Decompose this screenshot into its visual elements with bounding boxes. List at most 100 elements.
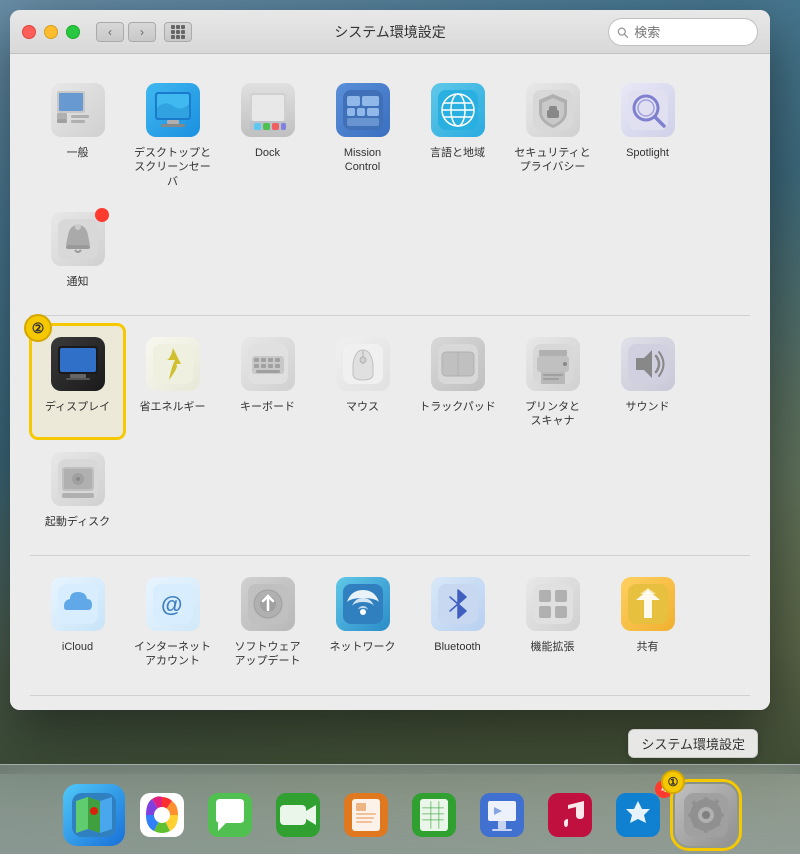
pref-label-network: ネットワーク: [330, 640, 396, 654]
pref-icon-network: [333, 574, 393, 634]
pref-label-security: セキュリティとプライバシー: [514, 146, 590, 175]
pref-icon-printer: [523, 334, 583, 394]
pref-item-sharing[interactable]: 共有: [600, 564, 695, 679]
pref-icon-dock: [238, 80, 298, 140]
pref-item-security[interactable]: セキュリティとプライバシー: [505, 70, 600, 199]
search-input[interactable]: [634, 25, 749, 40]
pref-icon-desktop: [143, 80, 203, 140]
pref-item-users[interactable]: ユーザとグループ: [30, 704, 125, 710]
pref-label-internet: インターネットアカウント: [134, 640, 211, 669]
pref-item-datetime[interactable]: 18 日付と時刻: [315, 704, 410, 710]
pref-item-sound[interactable]: サウンド: [600, 324, 695, 439]
pref-icon-extension: [523, 574, 583, 634]
pref-label-sound: サウンド: [626, 400, 670, 414]
back-button[interactable]: ‹: [96, 22, 124, 42]
pref-icon-icloud: [48, 574, 108, 634]
pref-item-spotlight[interactable]: Spotlight: [600, 70, 695, 199]
pref-icon-ippan: [48, 80, 108, 140]
pref-icon-keyboard: [238, 334, 298, 394]
minimize-button[interactable]: [44, 25, 58, 39]
pref-item-startup[interactable]: 起動ディスク: [30, 439, 125, 539]
pref-item-internet[interactable]: @ インターネットアカウント: [125, 564, 220, 679]
traffic-lights: [22, 25, 80, 39]
pref-label-notification: 通知: [67, 275, 89, 289]
pref-item-accessibility[interactable]: アクセシビリティ: [505, 704, 600, 710]
dock-item-numbers[interactable]: [403, 784, 465, 846]
pref-icon-mouse: [333, 334, 393, 394]
dock-item-keynote[interactable]: [471, 784, 533, 846]
pref-label-mouse: マウス: [346, 400, 379, 414]
titlebar: ‹ › システム環境設定: [10, 10, 770, 54]
pref-item-energy[interactable]: 省エネルギー: [125, 324, 220, 439]
pref-icon-sharing: [618, 574, 678, 634]
dock-item-prefs[interactable]: ①: [675, 784, 737, 846]
prefs-section-3: iCloud @ インターネットアカウント: [30, 564, 750, 696]
pref-item-dock[interactable]: Dock: [220, 70, 315, 199]
pref-item-keyboard[interactable]: キーボード: [220, 324, 315, 439]
search-icon: [617, 26, 628, 39]
prefs-section-4: ユーザとグループ ペアレンタルコ: [30, 704, 750, 710]
dock-tooltip: システム環境設定: [628, 729, 758, 758]
pref-item-parental[interactable]: ペアレンタルコントロール: [125, 704, 220, 710]
pref-item-network[interactable]: ネットワーク: [315, 564, 410, 679]
pref-icon-bluetooth: [428, 574, 488, 634]
prefs-section-2: ② ディスプレイ: [30, 324, 750, 556]
pref-label-mission: MissionControl: [344, 146, 381, 175]
forward-button[interactable]: ›: [128, 22, 156, 42]
pref-item-language[interactable]: 言語と地域: [410, 70, 505, 199]
dock-item-pages[interactable]: [335, 784, 397, 846]
pref-item-icloud[interactable]: iCloud: [30, 564, 125, 679]
pref-item-timemachine[interactable]: TimeMachine: [410, 704, 505, 710]
maximize-button[interactable]: [66, 25, 80, 39]
pref-icon-sound: [618, 334, 678, 394]
pref-item-notification[interactable]: 通知: [30, 199, 125, 299]
annotation-2: ②: [24, 314, 52, 342]
tooltip-text: システム環境設定: [641, 737, 745, 752]
pref-label-software: ソフトウェアアップデート: [235, 640, 301, 669]
pref-item-software[interactable]: ソフトウェアアップデート: [220, 564, 315, 679]
annotation-1: ①: [661, 770, 685, 794]
pref-icon-startup: [48, 449, 108, 509]
pref-icon-trackpad: [428, 334, 488, 394]
pref-label-ippan: 一般: [67, 146, 89, 160]
nav-buttons: ‹ ›: [96, 22, 192, 42]
pref-icon-software: [238, 574, 298, 634]
pref-label-bluetooth: Bluetooth: [434, 640, 480, 654]
pref-icon-language: [428, 80, 488, 140]
pref-item-display[interactable]: ② ディスプレイ: [30, 324, 125, 439]
pref-item-trackpad[interactable]: トラックパッド: [410, 324, 505, 439]
grid-button[interactable]: [164, 22, 192, 42]
window-title: システム環境設定: [334, 22, 446, 42]
pref-item-bluetooth[interactable]: Bluetooth: [410, 564, 505, 679]
pref-item-desktop[interactable]: デスクトップとスクリーンセーバ: [125, 70, 220, 199]
pref-item-printer[interactable]: プリンタとスキャナ: [505, 324, 600, 439]
pref-item-mission[interactable]: MissionControl: [315, 70, 410, 199]
close-button[interactable]: [22, 25, 36, 39]
pref-icon-display: [48, 334, 108, 394]
dock-item-appstore[interactable]: 4: [607, 784, 669, 846]
prefs-content: 一般: [10, 54, 770, 710]
desktop: ‹ › システム環境設定: [0, 0, 800, 854]
notification-badge: [95, 208, 109, 222]
pref-label-keyboard: キーボード: [240, 400, 295, 414]
pref-item-siri[interactable]: Siri: [220, 704, 315, 710]
search-box[interactable]: [608, 18, 758, 46]
dock-item-photos[interactable]: [131, 784, 193, 846]
prefs-section-1: 一般: [30, 70, 750, 316]
pref-label-energy: 省エネルギー: [140, 400, 206, 414]
dock-item-messages[interactable]: [199, 784, 261, 846]
pref-label-trackpad: トラックパッド: [419, 400, 495, 414]
pref-icon-energy: [143, 334, 203, 394]
dock-item-maps[interactable]: [63, 784, 125, 846]
pref-icon-security: [523, 80, 583, 140]
dock-item-facetime[interactable]: [267, 784, 329, 846]
pref-item-extension[interactable]: 機能拡張: [505, 564, 600, 679]
pref-icon-spotlight: [618, 80, 678, 140]
dock-item-music[interactable]: [539, 784, 601, 846]
pref-item-ippan[interactable]: 一般: [30, 70, 125, 199]
pref-icon-notification: [48, 209, 108, 269]
pref-label-desktop: デスクトップとスクリーンセーバ: [131, 146, 214, 189]
pref-label-dock: Dock: [255, 146, 280, 160]
pref-item-mouse[interactable]: マウス: [315, 324, 410, 439]
pref-label-spotlight: Spotlight: [626, 146, 669, 160]
